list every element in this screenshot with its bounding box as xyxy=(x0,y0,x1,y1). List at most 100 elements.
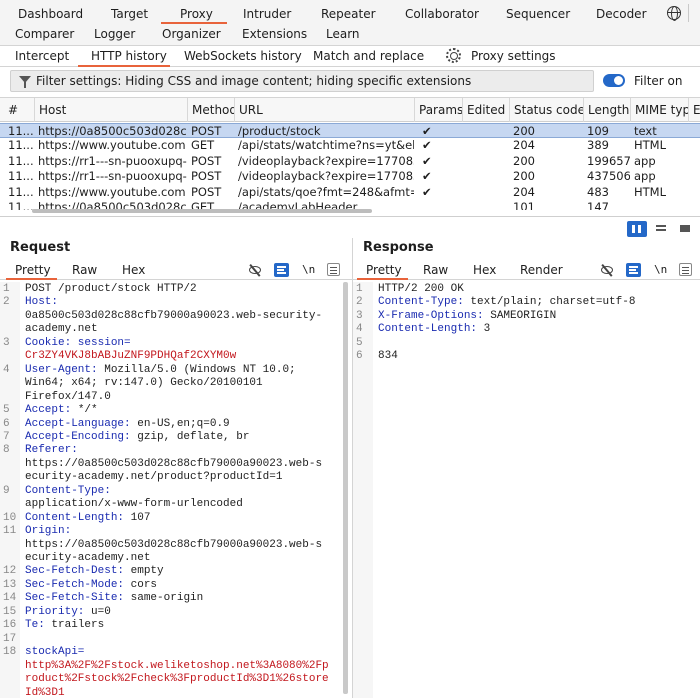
cell-length: 437506 xyxy=(587,169,630,184)
hide-eye-icon[interactable] xyxy=(248,264,262,277)
show-newlines-icon[interactable]: \n xyxy=(302,263,315,276)
splitter[interactable] xyxy=(0,216,700,217)
col-status-code[interactable]: Status code xyxy=(509,98,583,122)
globe-icon[interactable] xyxy=(667,6,681,21)
nav-dashboard[interactable]: Dashboard xyxy=(18,6,83,22)
nav-organizer[interactable]: Organizer xyxy=(162,26,221,42)
cell-mime-type: HTML xyxy=(634,138,667,153)
active-view-indicator xyxy=(6,278,57,280)
hide-eye-icon[interactable] xyxy=(600,264,614,277)
active-tab-indicator xyxy=(161,22,227,24)
split-horizontal-layout-button[interactable] xyxy=(651,221,671,237)
cell-status-code: 101 xyxy=(513,200,535,210)
response-editor[interactable]: 1 HTTP/2 200 OK 2 Content-Type: text/plain;… xyxy=(353,282,700,698)
cell-number: 11... xyxy=(8,200,33,210)
show-newlines-icon[interactable]: \n xyxy=(654,263,667,276)
response-tab-pretty[interactable]: Pretty xyxy=(366,263,402,277)
tab-http-history[interactable]: HTTP history xyxy=(91,48,167,64)
split-vertical-layout-button[interactable] xyxy=(627,221,647,237)
line-number: 13 xyxy=(3,578,17,591)
cell-number: 11... xyxy=(8,184,33,199)
col-host[interactable]: Host xyxy=(34,98,187,122)
cell-number: 11... xyxy=(8,138,33,153)
request-tab-raw[interactable]: Raw xyxy=(72,263,97,277)
col-extension[interactable]: E xyxy=(688,98,700,122)
nav-collaborator[interactable]: Collaborator xyxy=(405,6,479,22)
line-code: https://0a8500c503d028c88cfb79000a90023.… xyxy=(25,538,323,551)
tab-websockets-history[interactable]: WebSockets history xyxy=(184,48,302,64)
line-code: 834 xyxy=(378,350,398,363)
line-number: 2 xyxy=(3,296,10,309)
col-edited[interactable]: Edited xyxy=(462,98,509,122)
cell-params xyxy=(414,200,462,210)
response-tab-raw[interactable]: Raw xyxy=(423,263,448,277)
nav-extensions[interactable]: Extensions xyxy=(242,26,307,42)
nav-comparer[interactable]: Comparer xyxy=(15,26,74,42)
nav-logger[interactable]: Logger xyxy=(94,26,135,42)
cell-number: 11... xyxy=(8,124,33,138)
table-row[interactable]: 11... https://0a8500c503d028c88... POST/pr… xyxy=(0,123,700,138)
nav-sequencer[interactable]: Sequencer xyxy=(506,6,570,22)
cell-method: POST xyxy=(191,153,222,168)
wrap-lines-icon[interactable] xyxy=(626,263,641,277)
cell-length: 389 xyxy=(587,138,609,153)
line-code: roduct%2Fstock%2Fcheck%3FproductId%3D1%2… xyxy=(25,673,329,686)
line-number: 4 xyxy=(356,323,363,336)
line-code: https://0a8500c503d028c88cfb79000a90023.… xyxy=(25,457,323,470)
line-code: X-Frame-Options: SAMEORIGIN xyxy=(378,309,557,322)
tab-intercept[interactable]: Intercept xyxy=(15,48,69,64)
response-tab-render[interactable]: Render xyxy=(520,263,563,277)
col-url[interactable]: URL xyxy=(234,98,414,122)
cell-method: GET xyxy=(191,138,215,153)
nav-decoder[interactable]: Decoder xyxy=(596,6,647,22)
request-pane: Request Pretty Raw Hex \n 1 POST /product… xyxy=(0,238,352,698)
col-params[interactable]: Params xyxy=(414,98,462,122)
line-code: Win64; x64; rv:147.0) Gecko/20100101 xyxy=(25,377,263,390)
filter-toggle[interactable] xyxy=(603,74,625,87)
gear-icon[interactable] xyxy=(446,48,461,63)
nav-intruder[interactable]: Intruder xyxy=(243,6,291,22)
table-row[interactable]: 11... https://www.youtube.com GET/api/stat… xyxy=(0,138,700,153)
single-pane-layout-button[interactable] xyxy=(675,221,695,237)
line-code: User-Agent: Mozilla/5.0 (Windows NT 10.0… xyxy=(25,363,296,376)
line-number: 15 xyxy=(3,605,17,618)
cell-host: https://rr1---sn-puooxupq-... xyxy=(38,153,187,168)
nav-repeater[interactable]: Repeater xyxy=(321,6,376,22)
table-horizontal-scrollbar[interactable] xyxy=(32,209,372,213)
table-row[interactable]: 11... https://rr1---sn-puooxupq-... POST/v… xyxy=(0,154,700,169)
cell-status-code: 200 xyxy=(513,124,535,138)
nav-proxy[interactable]: Proxy xyxy=(180,6,213,22)
tab-match-and-replace[interactable]: Match and replace xyxy=(313,48,424,64)
menu-icon[interactable] xyxy=(679,263,692,276)
line-number: 18 xyxy=(3,646,17,659)
cell-method: POST xyxy=(191,184,222,199)
col-mime-type[interactable]: MIME type xyxy=(630,98,688,122)
line-code: Priority: u=0 xyxy=(25,605,111,618)
wrap-lines-icon[interactable] xyxy=(274,263,289,277)
proxy-settings-button[interactable]: Proxy settings xyxy=(471,48,556,64)
line-number: 12 xyxy=(3,565,17,578)
table-row[interactable]: 11... https://rr1---sn-puooxupq-... POST/v… xyxy=(0,169,700,184)
table-row[interactable]: 11... https://www.youtube.com POST/api/sta… xyxy=(0,185,700,200)
filter-toggle-label: Filter on xyxy=(634,74,683,88)
nav-target[interactable]: Target xyxy=(111,6,148,22)
line-code: ecurity-academy.net xyxy=(25,552,151,564)
menu-icon[interactable] xyxy=(327,263,340,276)
nav-learn[interactable]: Learn xyxy=(326,26,360,42)
col-method[interactable]: Method xyxy=(187,98,234,122)
cell-status-code: 200 xyxy=(513,153,535,168)
cell-mime-type xyxy=(630,200,688,210)
line-code: Content-Length: 3 xyxy=(378,323,491,336)
request-tab-pretty[interactable]: Pretty xyxy=(15,263,51,277)
col-number[interactable]: # xyxy=(0,98,33,122)
request-vertical-scrollbar[interactable] xyxy=(343,282,348,694)
response-title: Response xyxy=(363,240,434,255)
cell-method: POST xyxy=(191,124,222,138)
response-tab-hex[interactable]: Hex xyxy=(473,263,496,277)
cell-number: 11... xyxy=(8,153,33,168)
request-tab-hex[interactable]: Hex xyxy=(122,263,145,277)
request-editor[interactable]: 1 POST /product/stock HTTP/2 2 Host: 0a8500c… xyxy=(0,282,352,698)
history-table: # Host Method URL Params Edited Status c… xyxy=(0,97,700,210)
filter-settings-box[interactable]: Filter settings: Hiding CSS and image co… xyxy=(10,70,594,92)
col-length[interactable]: Length xyxy=(583,98,630,122)
